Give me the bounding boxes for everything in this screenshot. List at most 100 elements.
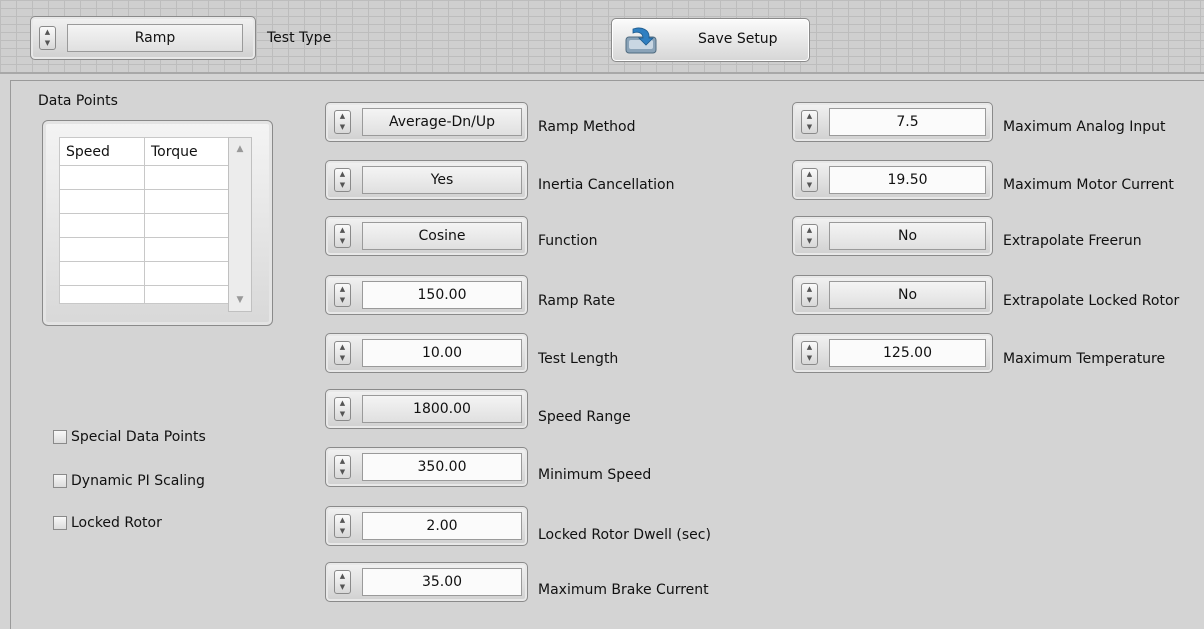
down-arrow-icon[interactable]: ▼ (340, 411, 345, 418)
maximum-brake-current-control[interactable]: ▲ ▼ 35.00 (325, 562, 528, 602)
up-arrow-icon[interactable]: ▲ (807, 113, 812, 120)
up-arrow-icon[interactable]: ▲ (340, 458, 345, 465)
table-row[interactable] (59, 285, 229, 304)
locked-rotor-dwell-value[interactable]: 2.00 (362, 512, 522, 540)
maximum-motor-current-control[interactable]: ▲ ▼ 19.50 (792, 160, 993, 200)
maximum-analog-input-control[interactable]: ▲ ▼ 7.5 (792, 102, 993, 142)
down-arrow-icon[interactable]: ▼ (807, 238, 812, 245)
table-cell[interactable] (144, 285, 229, 304)
spinner[interactable]: ▲ ▼ (801, 283, 818, 307)
torque-column-header[interactable]: Torque (144, 137, 229, 166)
spinner[interactable]: ▲ ▼ (334, 341, 351, 365)
maximum-temperature-control[interactable]: ▲ ▼ 125.00 (792, 333, 993, 373)
table-row[interactable] (59, 189, 229, 214)
spinner[interactable]: ▲ ▼ (334, 397, 351, 421)
speed-range-value[interactable]: 1800.00 (362, 395, 522, 423)
inertia-cancellation-value[interactable]: Yes (362, 166, 522, 194)
down-arrow-icon[interactable]: ▼ (340, 584, 345, 591)
function-control[interactable]: ▲ ▼ Cosine (325, 216, 528, 256)
minimum-speed-value[interactable]: 350.00 (362, 453, 522, 481)
down-arrow-icon[interactable]: ▼ (807, 124, 812, 131)
up-arrow-icon[interactable]: ▲ (340, 400, 345, 407)
speed-column-header[interactable]: Speed (59, 137, 145, 166)
inertia-cancellation-control[interactable]: ▲ ▼ Yes (325, 160, 528, 200)
maximum-motor-current-value[interactable]: 19.50 (829, 166, 986, 194)
table-scrollbar[interactable]: ▲ ▼ (228, 137, 252, 312)
table-cell[interactable] (59, 213, 145, 238)
down-arrow-icon[interactable]: ▼ (340, 182, 345, 189)
test-length-control[interactable]: ▲ ▼ 10.00 (325, 333, 528, 373)
speed-range-control[interactable]: ▲ ▼ 1800.00 (325, 389, 528, 429)
table-cell[interactable] (144, 261, 229, 286)
checkbox-box[interactable] (53, 474, 67, 488)
spinner[interactable]: ▲ ▼ (334, 168, 351, 192)
up-arrow-icon[interactable]: ▲ (807, 344, 812, 351)
up-arrow-icon[interactable]: ▲ (340, 286, 345, 293)
special-data-points-checkbox[interactable]: Special Data Points (53, 429, 206, 445)
table-cell[interactable] (144, 189, 229, 214)
down-arrow-icon[interactable]: ▼ (340, 528, 345, 535)
down-arrow-icon[interactable]: ▼ (340, 297, 345, 304)
spinner[interactable]: ▲ ▼ (801, 341, 818, 365)
up-arrow-icon[interactable]: ▲ (340, 227, 345, 234)
ramp-method-control[interactable]: ▲ ▼ Average-Dn/Up (325, 102, 528, 142)
dynamic-pi-scaling-checkbox[interactable]: Dynamic PI Scaling (53, 473, 205, 489)
down-arrow-icon[interactable]: ▼ (340, 124, 345, 131)
up-arrow-icon[interactable]: ▲ (340, 171, 345, 178)
table-cell[interactable] (59, 189, 145, 214)
extrapolate-locked-rotor-control[interactable]: ▲ ▼ No (792, 275, 993, 315)
locked-rotor-checkbox[interactable]: Locked Rotor (53, 515, 162, 531)
ramp-rate-value[interactable]: 150.00 (362, 281, 522, 309)
extrapolate-locked-rotor-value[interactable]: No (829, 281, 986, 309)
down-arrow-icon[interactable]: ▼ (807, 182, 812, 189)
table-row[interactable] (59, 261, 229, 286)
up-arrow-icon[interactable]: ▲ (340, 573, 345, 580)
table-row[interactable] (59, 213, 229, 238)
locked-rotor-dwell-control[interactable]: ▲ ▼ 2.00 (325, 506, 528, 546)
spinner[interactable]: ▲ ▼ (334, 283, 351, 307)
ramp-method-value[interactable]: Average-Dn/Up (362, 108, 522, 136)
spinner[interactable]: ▲ ▼ (334, 110, 351, 134)
table-row[interactable] (59, 237, 229, 262)
down-arrow-icon[interactable]: ▼ (340, 238, 345, 245)
test-type-value[interactable]: Ramp (67, 24, 243, 52)
extrapolate-freerun-control[interactable]: ▲ ▼ No (792, 216, 993, 256)
maximum-analog-input-value[interactable]: 7.5 (829, 108, 986, 136)
table-cell[interactable] (144, 237, 229, 262)
up-arrow-icon[interactable]: ▲ (45, 29, 50, 36)
table-cell[interactable] (59, 285, 145, 304)
checkbox-box[interactable] (53, 516, 67, 530)
up-arrow-icon[interactable]: ▲ (340, 517, 345, 524)
table-cell[interactable] (144, 213, 229, 238)
spinner[interactable]: ▲ ▼ (801, 110, 818, 134)
up-arrow-icon[interactable]: ▲ (807, 227, 812, 234)
test-type-control[interactable]: ▲ ▼ Ramp (30, 16, 256, 60)
checkbox-box[interactable] (53, 430, 67, 444)
save-setup-button[interactable]: Save Setup (611, 18, 810, 62)
up-arrow-icon[interactable]: ▲ (340, 113, 345, 120)
minimum-speed-control[interactable]: ▲ ▼ 350.00 (325, 447, 528, 487)
down-arrow-icon[interactable]: ▼ (807, 355, 812, 362)
up-arrow-icon[interactable]: ▲ (340, 344, 345, 351)
table-cell[interactable] (59, 165, 145, 190)
spinner[interactable]: ▲ ▼ (801, 224, 818, 248)
extrapolate-freerun-value[interactable]: No (829, 222, 986, 250)
table-cell[interactable] (59, 237, 145, 262)
table-cell[interactable] (144, 165, 229, 190)
spinner[interactable]: ▲ ▼ (334, 570, 351, 594)
down-arrow-icon[interactable]: ▼ (807, 297, 812, 304)
spinner[interactable]: ▲ ▼ (801, 168, 818, 192)
down-arrow-icon[interactable]: ▼ (340, 355, 345, 362)
spinner[interactable]: ▲ ▼ (334, 224, 351, 248)
scroll-up-icon[interactable]: ▲ (237, 144, 244, 154)
data-points-table[interactable]: Speed Torque (59, 137, 229, 304)
ramp-rate-control[interactable]: ▲ ▼ 150.00 (325, 275, 528, 315)
test-type-spinner[interactable]: ▲ ▼ (39, 26, 56, 50)
scroll-down-icon[interactable]: ▼ (237, 295, 244, 305)
spinner[interactable]: ▲ ▼ (334, 455, 351, 479)
function-value[interactable]: Cosine (362, 222, 522, 250)
spinner[interactable]: ▲ ▼ (334, 514, 351, 538)
test-length-value[interactable]: 10.00 (362, 339, 522, 367)
maximum-brake-current-value[interactable]: 35.00 (362, 568, 522, 596)
down-arrow-icon[interactable]: ▼ (340, 469, 345, 476)
